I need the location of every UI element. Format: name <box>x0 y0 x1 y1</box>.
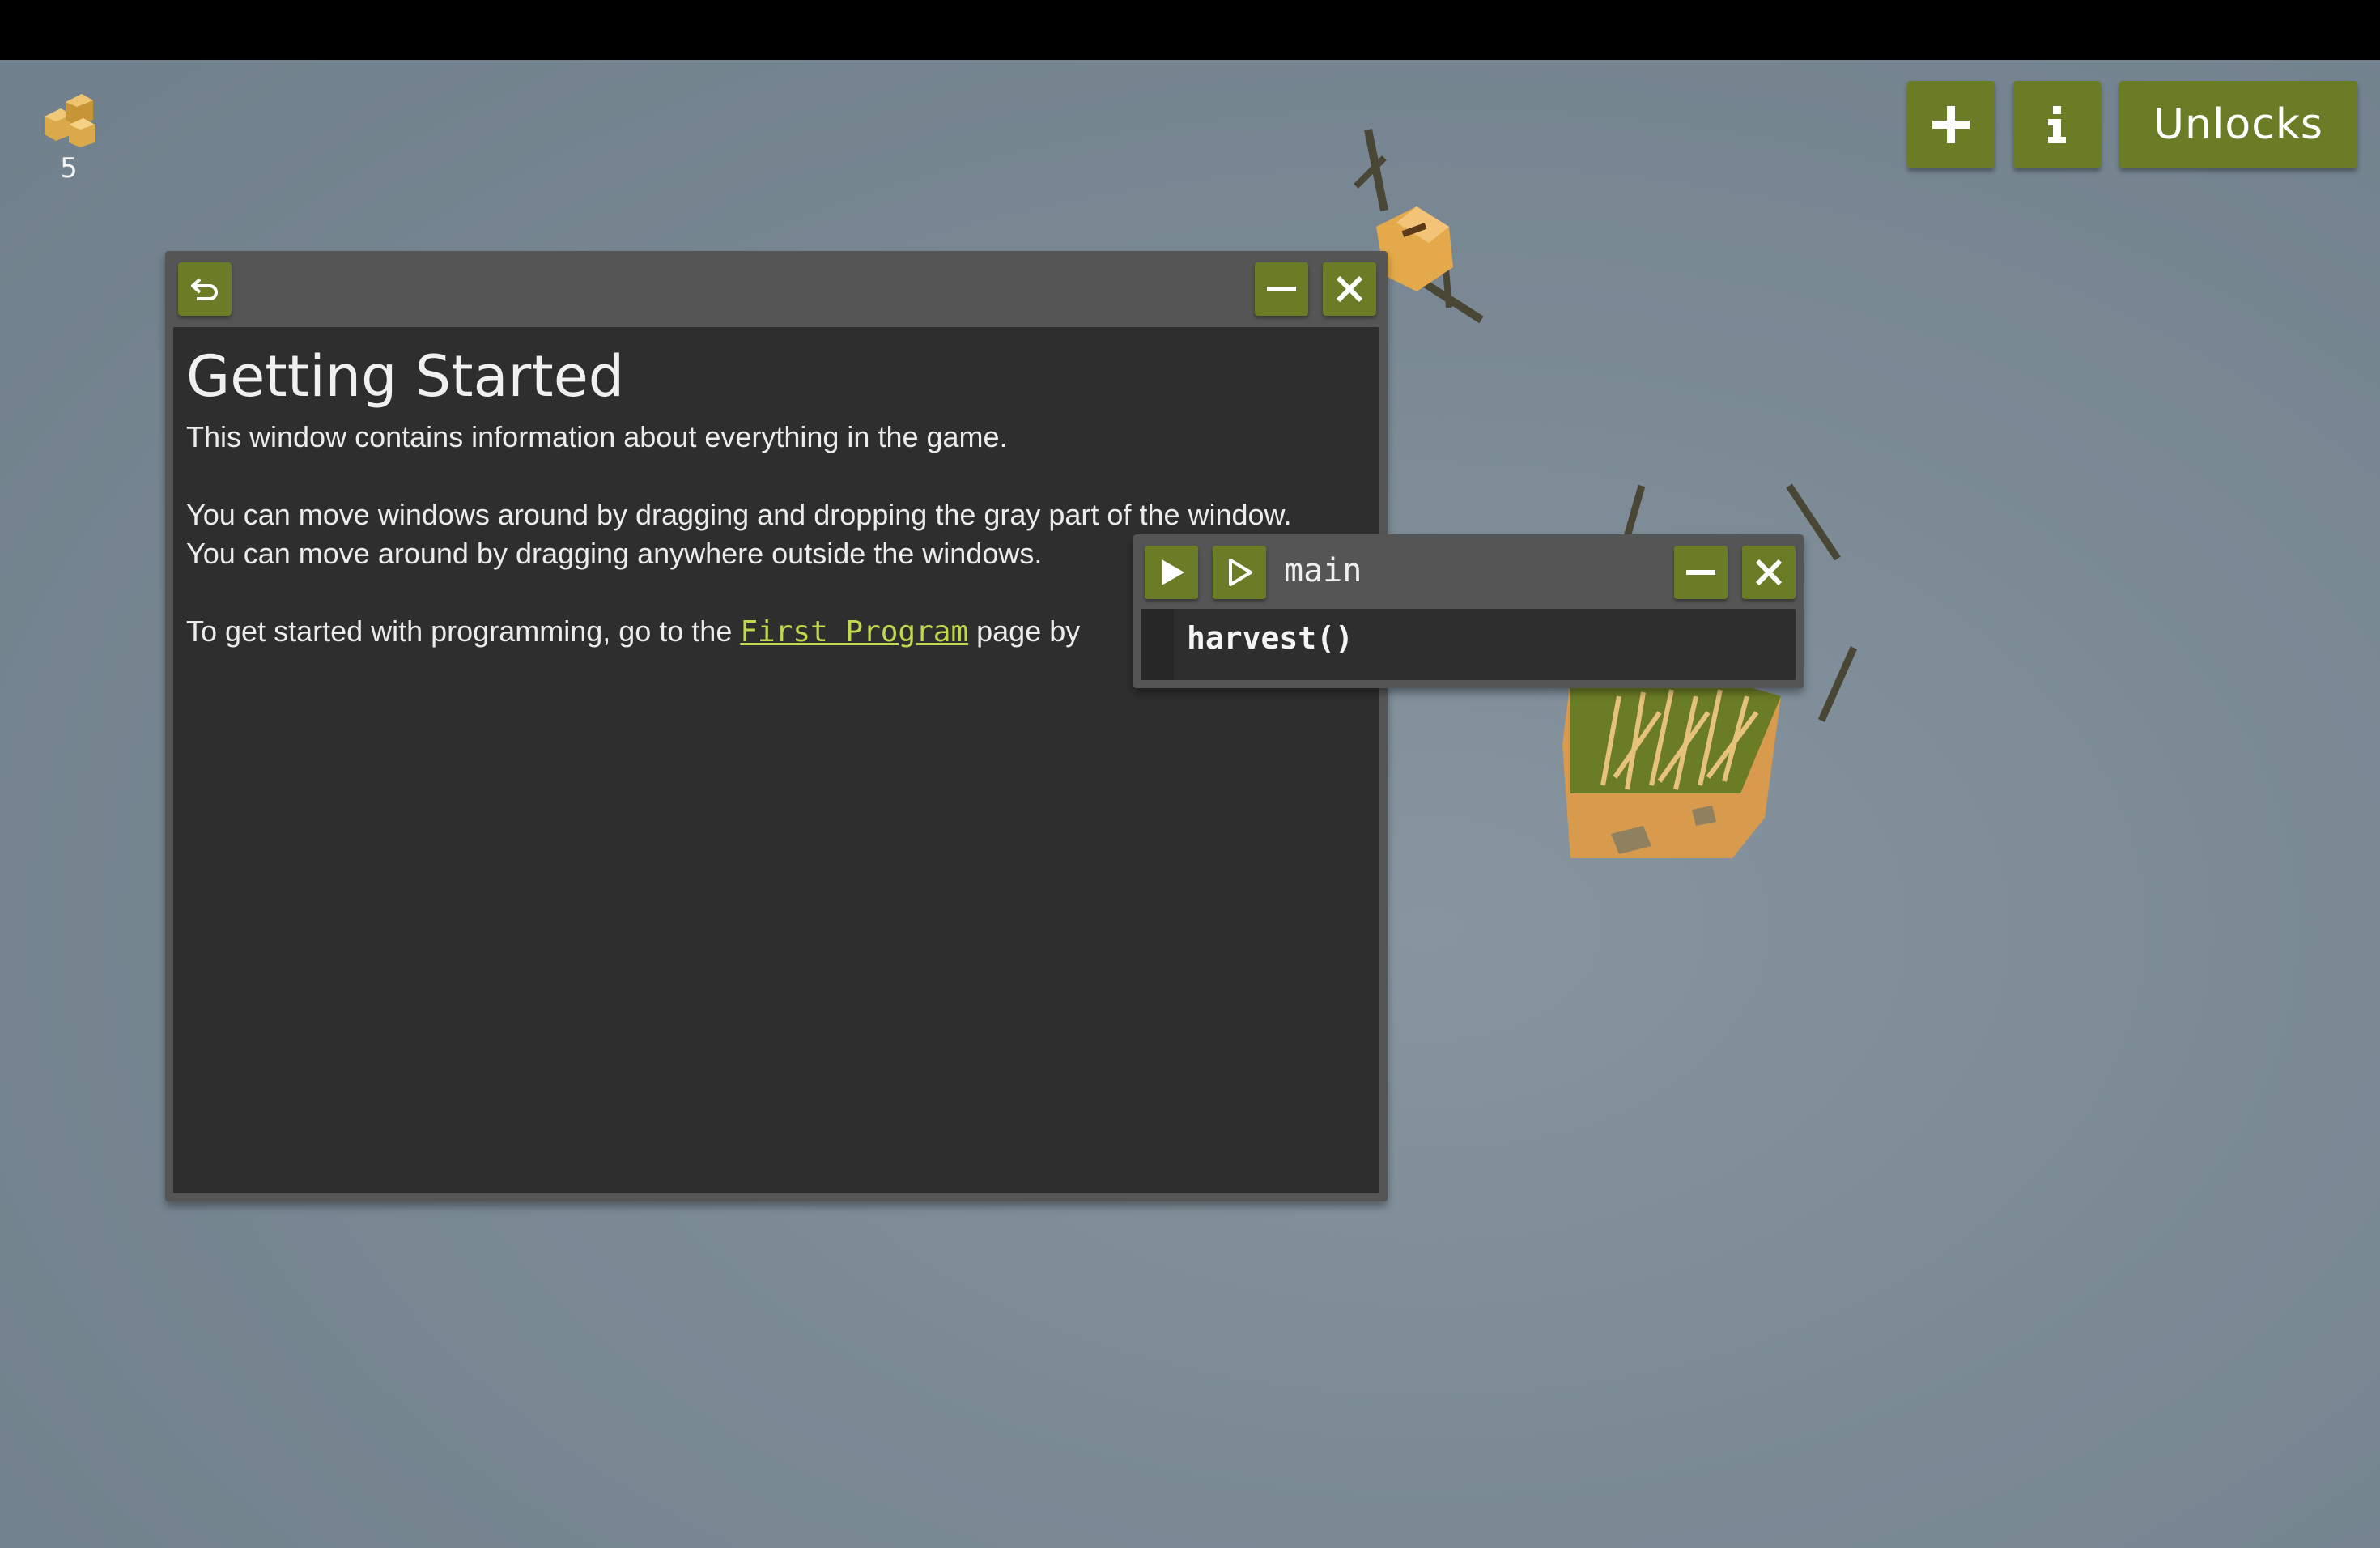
info-text-line-2: You can move windows around by dragging … <box>186 498 1292 531</box>
unlocks-button[interactable]: Unlocks <box>2119 81 2357 168</box>
play-filled-icon <box>1162 559 1184 585</box>
first-program-link[interactable]: First Program <box>740 615 968 649</box>
code-window[interactable]: main harvest() <box>1133 534 1804 688</box>
info-window[interactable]: Getting Started This window contains inf… <box>165 251 1388 1201</box>
close-icon <box>1336 275 1363 303</box>
line-gutter <box>1141 609 1174 680</box>
play-outline-icon <box>1229 559 1252 586</box>
resource-counter: 5 <box>32 84 105 185</box>
info-text-line-4-prefix: To get started with programming, go to t… <box>186 615 741 648</box>
code-window-titlebar[interactable]: main <box>1133 534 1804 609</box>
minimize-button[interactable] <box>1255 262 1308 316</box>
code-editor[interactable]: harvest() <box>1141 609 1796 680</box>
add-button[interactable] <box>1907 81 1995 168</box>
back-arrow-icon <box>191 278 218 300</box>
info-window-body: Getting Started This window contains inf… <box>173 327 1379 1193</box>
info-text-line-4-suffix: page by <box>968 615 1081 648</box>
code-line[interactable]: harvest() <box>1187 620 1354 656</box>
resource-count: 5 <box>60 152 78 185</box>
code-minimize-button[interactable] <box>1674 546 1728 599</box>
info-window-titlebar[interactable] <box>165 251 1388 325</box>
info-button[interactable] <box>2013 81 2101 168</box>
close-button[interactable] <box>1323 262 1376 316</box>
run-button[interactable] <box>1145 546 1198 599</box>
info-icon <box>2048 106 2066 143</box>
top-black-bar <box>0 0 2380 60</box>
step-button[interactable] <box>1213 546 1266 599</box>
hay-bales-icon <box>45 94 95 147</box>
back-button[interactable] <box>178 262 232 316</box>
code-close-button[interactable] <box>1742 546 1796 599</box>
page-title: Getting Started <box>186 343 625 410</box>
plus-icon <box>1932 106 1970 143</box>
info-text-line-1: This window contains information about e… <box>186 420 1008 453</box>
code-window-title: main <box>1284 552 1362 589</box>
minimize-icon <box>1686 570 1715 575</box>
minimize-icon <box>1267 287 1296 291</box>
close-icon <box>1755 559 1783 586</box>
